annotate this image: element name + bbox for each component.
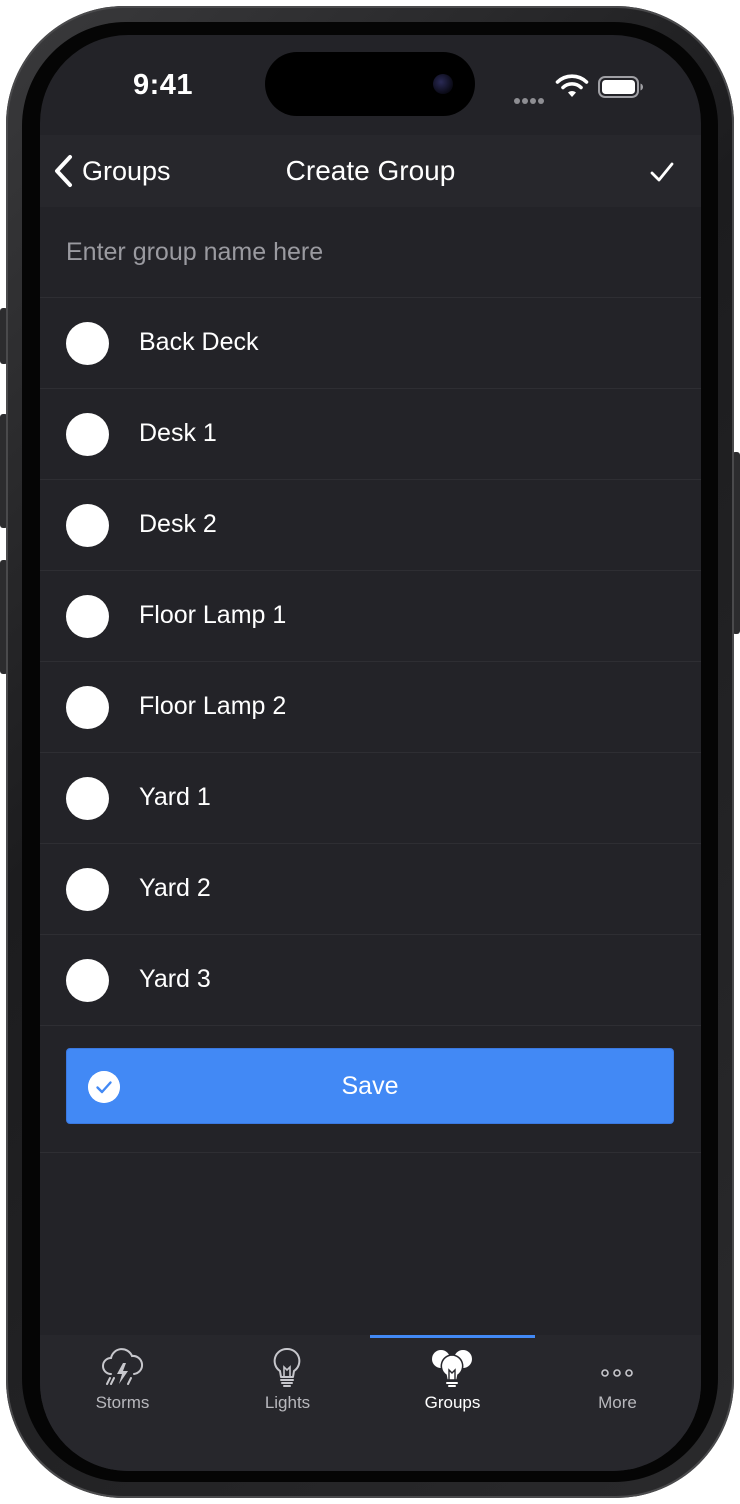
list-item-yard-2[interactable]: Yard 2 xyxy=(40,844,701,935)
dynamic-island xyxy=(265,52,475,116)
radio-button[interactable] xyxy=(66,322,109,365)
tab-label: Storms xyxy=(95,1393,150,1412)
list-item-label: Yard 1 xyxy=(139,783,211,811)
tab-bar: Storms Lights Groups More xyxy=(40,1335,701,1471)
radio-button[interactable] xyxy=(66,868,109,911)
wifi-icon xyxy=(555,74,589,97)
radio-button[interactable] xyxy=(66,413,109,456)
list-item-label: Yard 2 xyxy=(139,874,211,902)
save-label: Save xyxy=(341,1071,399,1100)
radio-button[interactable] xyxy=(66,595,109,638)
camera-icon xyxy=(433,74,453,94)
tab-more[interactable]: More xyxy=(535,1335,700,1471)
multi-lightbulb-icon xyxy=(432,1350,472,1387)
lightbulb-icon xyxy=(273,1347,301,1387)
group-name-input[interactable] xyxy=(66,207,666,297)
tab-label: Lights xyxy=(264,1393,311,1412)
list-item-label: Desk 2 xyxy=(139,510,217,538)
confirm-check-icon[interactable] xyxy=(649,159,675,185)
tab-lights[interactable]: Lights xyxy=(205,1335,370,1471)
status-bar: 9:41 xyxy=(40,35,701,135)
radio-button[interactable] xyxy=(66,959,109,1002)
radio-button[interactable] xyxy=(66,504,109,547)
list-item-yard-1[interactable]: Yard 1 xyxy=(40,753,701,844)
ellipsis-icon xyxy=(601,1369,633,1377)
storm-cloud-icon xyxy=(102,1348,143,1385)
list-item-yard-3[interactable]: Yard 3 xyxy=(40,935,701,1026)
active-tab-indicator xyxy=(370,1335,535,1338)
navigation-bar: Groups Create Group xyxy=(40,135,701,207)
page-title: Create Group xyxy=(285,155,456,186)
list-item-desk-1[interactable]: Desk 1 xyxy=(40,389,701,480)
group-name-row xyxy=(40,207,701,298)
radio-button[interactable] xyxy=(66,777,109,820)
screen: 9:41 Groups Create Group Enter group nam… xyxy=(40,35,701,1471)
list-item-back-deck[interactable]: Back Deck xyxy=(40,298,701,389)
tab-storms[interactable]: Storms xyxy=(40,1335,205,1471)
save-button[interactable]: Save xyxy=(66,1048,674,1124)
light-list: Back Deck Desk 1 Desk 2 Floor Lamp 1 Flo… xyxy=(40,298,701,1026)
list-item-floor-lamp-2[interactable]: Floor Lamp 2 xyxy=(40,662,701,753)
tab-label: Groups xyxy=(424,1393,481,1412)
list-item-desk-2[interactable]: Desk 2 xyxy=(40,480,701,571)
status-time: 9:41 xyxy=(133,69,194,101)
list-item-label: Back Deck xyxy=(139,328,259,356)
signal-dots-icon xyxy=(514,91,546,109)
list-item-label: Yard 3 xyxy=(139,965,211,993)
tab-groups[interactable]: Groups xyxy=(370,1335,535,1471)
radio-button[interactable] xyxy=(66,686,109,729)
save-section: Save xyxy=(40,1022,701,1153)
tab-label: More xyxy=(598,1393,637,1412)
phone-device: 9:41 Groups Create Group Enter group nam… xyxy=(0,0,740,1504)
list-item-label: Floor Lamp 1 xyxy=(139,601,287,629)
list-item-floor-lamp-1[interactable]: Floor Lamp 1 xyxy=(40,571,701,662)
check-circle-icon xyxy=(88,1071,120,1103)
battery-icon xyxy=(598,76,643,98)
list-item-label: Floor Lamp 2 xyxy=(139,692,287,720)
list-item-label: Desk 1 xyxy=(139,419,217,447)
